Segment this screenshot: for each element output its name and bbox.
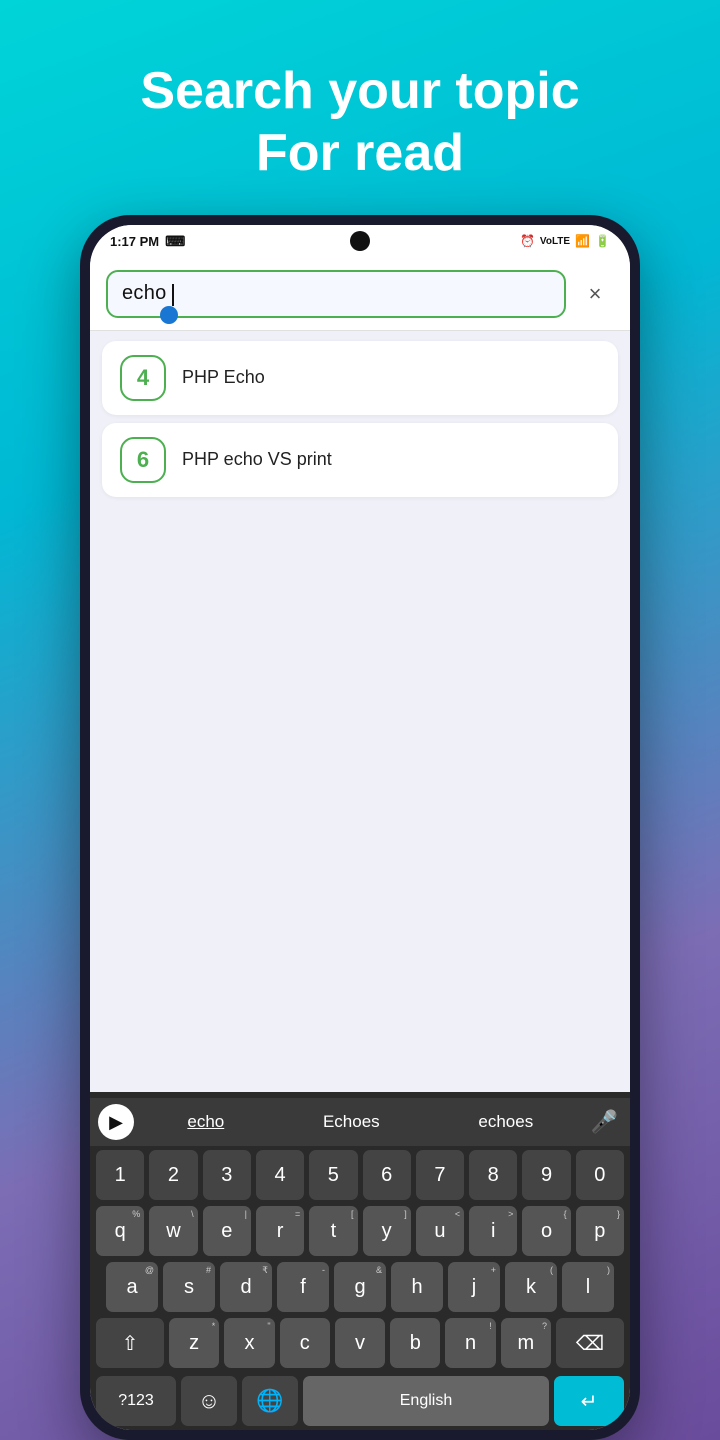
key-7[interactable]: 7	[416, 1150, 464, 1200]
cursor-handle[interactable]	[160, 306, 178, 324]
special-chars-key[interactable]: ?123	[96, 1376, 176, 1426]
zxcv-row: ⇧ z* x" c v b n! m? ⌫	[96, 1318, 624, 1368]
status-bar-left: 1:17 PM ⌨	[110, 233, 185, 250]
key-i[interactable]: i>	[469, 1206, 517, 1256]
result-badge-1: 6	[120, 437, 166, 483]
suggestion-2[interactable]: echoes	[470, 1108, 541, 1136]
search-input-wrapper[interactable]: echo	[106, 270, 566, 318]
result-label-1: PHP echo VS print	[182, 449, 332, 470]
emoji-key[interactable]: ☺	[181, 1376, 237, 1426]
key-4[interactable]: 4	[256, 1150, 304, 1200]
mic-button[interactable]: 🎤	[587, 1105, 622, 1139]
key-z[interactable]: z*	[169, 1318, 219, 1368]
key-9[interactable]: 9	[522, 1150, 570, 1200]
signal-icon: 📶	[575, 234, 590, 248]
key-5[interactable]: 5	[309, 1150, 357, 1200]
key-o[interactable]: o{	[522, 1206, 570, 1256]
asdf-row: a@ s# d₹ f- g& h j+ k( l)	[96, 1262, 624, 1312]
keyboard: ▶ echo Echoes echoes 🎤 1 2 3 4 5 6 7	[90, 1092, 630, 1430]
result-item-1[interactable]: 6 PHP echo VS print	[102, 423, 618, 497]
header-title: Search your topic For read	[40, 60, 680, 185]
key-j[interactable]: j+	[448, 1262, 500, 1312]
key-u[interactable]: u<	[416, 1206, 464, 1256]
qwerty-row: q% w\ e| r= t[ y] u< i> o{ p}	[96, 1206, 624, 1256]
key-w[interactable]: w\	[149, 1206, 197, 1256]
key-0[interactable]: 0	[576, 1150, 624, 1200]
language-key[interactable]: 🌐	[242, 1376, 298, 1426]
space-key[interactable]: English	[303, 1376, 549, 1426]
keyboard-suggestions-bar: ▶ echo Echoes echoes 🎤	[90, 1098, 630, 1146]
alarm-icon: ⏰	[520, 234, 535, 248]
header-line2: For read	[256, 124, 464, 182]
key-x[interactable]: x"	[224, 1318, 274, 1368]
battery-icon: 🔋	[595, 234, 610, 248]
backspace-key[interactable]: ⌫	[556, 1318, 624, 1368]
key-r[interactable]: r=	[256, 1206, 304, 1256]
clear-button[interactable]: ×	[576, 275, 614, 313]
key-8[interactable]: 8	[469, 1150, 517, 1200]
key-k[interactable]: k(	[505, 1262, 557, 1312]
key-h[interactable]: h	[391, 1262, 443, 1312]
key-e[interactable]: e|	[203, 1206, 251, 1256]
shift-key[interactable]: ⇧	[96, 1318, 164, 1368]
key-1[interactable]: 1	[96, 1150, 144, 1200]
key-d[interactable]: d₹	[220, 1262, 272, 1312]
suggestion-forward-button[interactable]: ▶	[98, 1104, 134, 1140]
text-cursor	[172, 284, 174, 306]
time-display: 1:17 PM	[110, 234, 159, 249]
volte-icon: VoLTE	[540, 236, 570, 247]
key-q[interactable]: q%	[96, 1206, 144, 1256]
key-n[interactable]: n!	[445, 1318, 495, 1368]
phone-mockup: 1:17 PM ⌨ ⏰ VoLTE 📶 🔋 echo × 4	[80, 215, 640, 1440]
suggestions-list: echo Echoes echoes	[138, 1108, 583, 1136]
key-g[interactable]: g&	[334, 1262, 386, 1312]
key-y[interactable]: y]	[363, 1206, 411, 1256]
key-b[interactable]: b	[390, 1318, 440, 1368]
key-s[interactable]: s#	[163, 1262, 215, 1312]
suggestion-0[interactable]: echo	[179, 1108, 232, 1136]
key-6[interactable]: 6	[363, 1150, 411, 1200]
header-section: Search your topic For read	[0, 0, 720, 215]
key-v[interactable]: v	[335, 1318, 385, 1368]
search-input-text: echo	[122, 282, 167, 304]
status-bar-right: ⏰ VoLTE 📶 🔋	[520, 234, 610, 248]
key-a[interactable]: a@	[106, 1262, 158, 1312]
number-row: 1 2 3 4 5 6 7 8 9 0	[96, 1150, 624, 1200]
key-m[interactable]: m?	[501, 1318, 551, 1368]
search-area: echo ×	[90, 258, 630, 331]
key-t[interactable]: t[	[309, 1206, 357, 1256]
status-bar: 1:17 PM ⌨ ⏰ VoLTE 📶 🔋	[90, 225, 630, 258]
keyboard-status-icon: ⌨	[165, 233, 185, 250]
key-2[interactable]: 2	[149, 1150, 197, 1200]
key-f[interactable]: f-	[277, 1262, 329, 1312]
result-item-0[interactable]: 4 PHP Echo	[102, 341, 618, 415]
suggestion-1[interactable]: Echoes	[315, 1108, 388, 1136]
results-area: 4 PHP Echo 6 PHP echo VS print	[90, 331, 630, 1092]
header-line1: Search your topic	[140, 62, 579, 120]
result-label-0: PHP Echo	[182, 367, 265, 388]
keyboard-rows: 1 2 3 4 5 6 7 8 9 0 q% w\ e| r=	[90, 1146, 630, 1376]
key-l[interactable]: l)	[562, 1262, 614, 1312]
phone-screen: 1:17 PM ⌨ ⏰ VoLTE 📶 🔋 echo × 4	[90, 225, 630, 1430]
key-c[interactable]: c	[280, 1318, 330, 1368]
camera-notch	[350, 231, 370, 251]
key-p[interactable]: p}	[576, 1206, 624, 1256]
enter-key[interactable]: ↵	[554, 1376, 624, 1426]
result-badge-0: 4	[120, 355, 166, 401]
key-3[interactable]: 3	[203, 1150, 251, 1200]
keyboard-bottom-row: ?123 ☺ 🌐 English ↵	[90, 1376, 630, 1426]
